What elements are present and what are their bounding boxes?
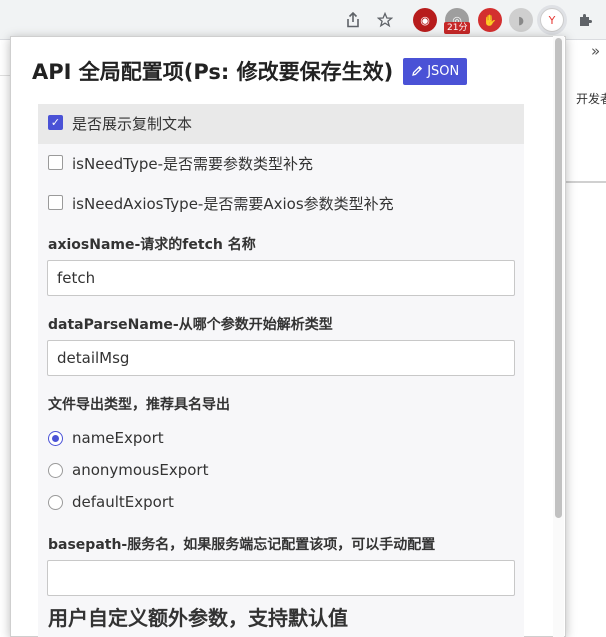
popup-header: API 全局配置项(Ps: 修改要保存生效) JSON: [32, 56, 468, 86]
page-side-text: 开发者: [576, 92, 606, 106]
basepath-input[interactable]: [47, 560, 515, 596]
radio-default-export[interactable]: [48, 495, 63, 510]
radio-anonymous-export[interactable]: [48, 463, 63, 478]
basepath-label: basepath-服务名，如果服务端忘记配置该项，可以手动配置: [48, 537, 436, 553]
json-button[interactable]: JSON: [403, 57, 468, 85]
browser-toolbar: ◉ ◎ 21分 ✋ ◗ Y: [0, 0, 606, 40]
monkey-extension-icon[interactable]: ◉: [413, 8, 437, 32]
radio-name-export[interactable]: [48, 431, 63, 446]
axios-name-input[interactable]: fetch: [47, 260, 515, 296]
extra-params-title: 用户自定义额外参数，支持默认值: [48, 606, 348, 630]
copy-text-label[interactable]: 是否展示复制文本: [72, 113, 192, 134]
need-axios-type-checkbox[interactable]: [48, 195, 63, 210]
pencil-icon: [412, 65, 423, 76]
shield-extension-icon[interactable]: ◗: [509, 8, 533, 32]
share-icon[interactable]: [343, 10, 363, 30]
radio-name-export-label[interactable]: nameExport: [72, 429, 164, 447]
need-type-label[interactable]: isNeedType-是否需要参数类型补充: [72, 153, 313, 174]
data-parse-name-input[interactable]: detailMsg: [47, 340, 515, 376]
need-type-checkbox[interactable]: [48, 155, 63, 170]
need-axios-type-label[interactable]: isNeedAxiosType-是否需要Axios参数类型补充: [72, 193, 394, 214]
axios-name-label: axiosName-请求的fetch 名称: [48, 237, 256, 253]
popup-scrollbar-thumb[interactable]: [555, 38, 562, 518]
star-icon[interactable]: [375, 10, 395, 30]
extension-badge: 21分: [444, 22, 471, 34]
page-divider: [565, 181, 606, 183]
page-background-right: [565, 40, 606, 637]
api-extension-icon[interactable]: Y: [540, 8, 564, 32]
radio-anonymous-export-label[interactable]: anonymousExport: [72, 461, 208, 479]
popup-title: API 全局配置项(Ps: 修改要保存生效): [32, 60, 394, 84]
page-divider-left: [0, 75, 10, 76]
export-type-label: 文件导出类型，推荐具名导出: [48, 397, 230, 413]
hand-stop-extension-icon[interactable]: ✋: [478, 8, 502, 32]
radio-default-export-label[interactable]: defaultExport: [72, 493, 174, 511]
json-button-label: JSON: [427, 63, 460, 79]
chevron-double-right-icon[interactable]: »: [591, 42, 600, 60]
puzzle-icon[interactable]: [575, 10, 595, 30]
data-parse-name-label: dataParseName-从哪个参数开始解析类型: [48, 317, 333, 333]
copy-text-checkbox[interactable]: ✓: [48, 115, 63, 130]
